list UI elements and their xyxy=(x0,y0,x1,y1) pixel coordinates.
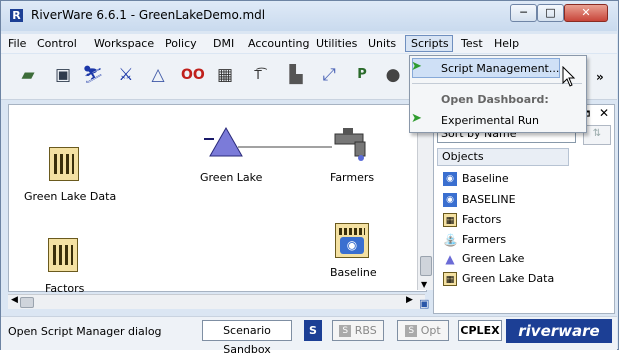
menu-accounting[interactable]: Accounting xyxy=(248,37,309,50)
reservoir-icon[interactable] xyxy=(208,126,244,158)
menu-test[interactable]: Test xyxy=(461,37,483,50)
list-item[interactable]: Factors xyxy=(462,213,501,226)
list-item[interactable]: Green Lake xyxy=(462,252,524,265)
baseline-icon: ◉ xyxy=(443,172,457,186)
experimental-run-item[interactable]: Experimental Run xyxy=(441,114,539,127)
panel-close-icon[interactable]: ✕ xyxy=(599,106,609,120)
script-status-icon[interactable]: S xyxy=(304,320,322,341)
riverware-brand-logo: riverware xyxy=(506,319,612,343)
baseline-object-icon[interactable]: ◉ xyxy=(335,223,369,258)
list-item[interactable]: Farmers xyxy=(462,233,506,246)
maximize-button[interactable]: □ xyxy=(537,4,564,22)
opt-label: Opt xyxy=(420,324,441,337)
list-item[interactable]: Baseline xyxy=(462,172,509,185)
reservoir-icon[interactable]: △ xyxy=(147,64,169,86)
data-object-icon: ▦ xyxy=(443,213,457,227)
play-arrow-icon: ➤ xyxy=(411,59,422,74)
menu-control[interactable]: Control xyxy=(37,37,77,50)
menu-scripts[interactable]: Scripts xyxy=(411,37,449,50)
database-icon[interactable]: ● xyxy=(382,64,404,86)
toolbar-overflow-icon[interactable]: » xyxy=(596,70,604,84)
baseline-icon: ◉ xyxy=(443,193,457,207)
open-dashboard-header: Open Dashboard: xyxy=(441,93,549,106)
menu-separator xyxy=(412,83,582,84)
opt-s-icon: S xyxy=(405,325,418,337)
workspace-object-label: Farmers xyxy=(330,171,375,184)
cplex-badge: CPLEX xyxy=(458,320,502,341)
play-arrow-icon: ➤ xyxy=(411,111,422,126)
sort-order-icon[interactable]: ⇅ xyxy=(583,125,611,145)
list-item[interactable]: Green Lake Data xyxy=(462,272,554,285)
rbs-s-icon: S xyxy=(339,325,352,337)
close-button[interactable]: ✕ xyxy=(564,4,608,22)
window-title: RiverWare 6.6.1 - GreenLakeDemo.mdl xyxy=(31,8,266,22)
faucet-icon[interactable] xyxy=(333,125,373,161)
reservoir-icon: ▲ xyxy=(445,252,455,266)
riverware-logo-icon: R xyxy=(10,9,23,22)
policy-icon[interactable]: P xyxy=(351,64,373,86)
plot-icon[interactable]: ⤢ xyxy=(318,64,340,86)
run-icon[interactable]: ⛷ xyxy=(82,64,104,86)
data-object-icon: ▦ xyxy=(443,272,457,286)
script-management-item[interactable]: Script Management... xyxy=(441,62,559,75)
menu-utilities[interactable]: Utilities xyxy=(316,37,357,50)
menu-help[interactable]: Help xyxy=(494,37,519,50)
objects-column-header[interactable]: Objects xyxy=(437,148,569,166)
open-book-icon[interactable]: ▰ xyxy=(17,64,39,86)
menu-file[interactable]: File xyxy=(8,37,26,50)
save-icon[interactable]: ▣ xyxy=(52,64,74,86)
brand-text: riverware xyxy=(518,322,600,340)
faucet-icon: ⛲ xyxy=(443,233,458,247)
multi-run-icon[interactable]: ⚔ xyxy=(115,64,137,86)
workspace-object-label: Baseline xyxy=(330,266,377,279)
menu-policy[interactable]: Policy xyxy=(165,37,197,50)
data-object-icon[interactable] xyxy=(48,238,78,272)
data-object-icon[interactable] xyxy=(49,147,79,181)
menu-units[interactable]: Units xyxy=(368,37,396,50)
status-message: Open Script Manager dialog xyxy=(8,325,162,338)
minimize-button[interactable]: ─ xyxy=(510,4,537,22)
slot-in-icon[interactable]: T͡ xyxy=(247,64,269,86)
workspace-object-label: Green Lake Data xyxy=(24,190,117,203)
menu-dmi[interactable]: DMI xyxy=(213,37,234,50)
workspace-horizontal-scrollbar[interactable]: ◀ ▶ xyxy=(8,294,425,309)
oo-icon[interactable]: ΟΟ xyxy=(181,64,205,86)
scenario-sandbox-button[interactable]: Scenario Sandbox xyxy=(202,320,292,356)
menu-workspace[interactable]: Workspace xyxy=(94,37,154,50)
rbs-button[interactable]: S RBS xyxy=(332,320,384,341)
mouse-cursor-icon xyxy=(562,66,576,87)
navigator-icon[interactable]: ▣ xyxy=(419,297,432,310)
rbs-label: RBS xyxy=(354,324,377,337)
account-icon[interactable]: ▙ xyxy=(285,64,307,86)
opt-button[interactable]: S Opt xyxy=(397,320,449,341)
workspace-object-label: Green Lake xyxy=(200,171,263,184)
table-icon[interactable]: ▦ xyxy=(214,64,236,86)
list-item[interactable]: BASELINE xyxy=(462,193,516,206)
